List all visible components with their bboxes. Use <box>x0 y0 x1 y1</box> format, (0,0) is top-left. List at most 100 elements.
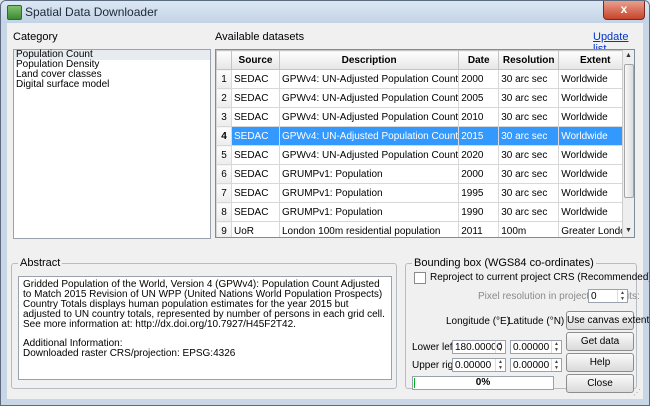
category-label: Category <box>13 31 58 43</box>
row-number[interactable]: 3 <box>216 107 232 127</box>
column-header-source[interactable]: Source <box>231 50 280 70</box>
cell-source[interactable]: SEDAC <box>231 88 280 108</box>
resize-grip-icon[interactable]: ⋰ <box>633 388 641 397</box>
cell-resolution[interactable]: 30 arc sec <box>498 202 560 222</box>
row-number[interactable]: 2 <box>216 88 232 108</box>
spinner-arrows-icon[interactable]: ▲ ▼ <box>551 359 561 371</box>
pixel-resolution-input[interactable]: 0 ▲ ▼ <box>588 289 628 303</box>
cell-description[interactable]: London 100m residential population <box>278 221 460 237</box>
datasets-label: Available datasets <box>215 31 305 43</box>
category-item[interactable]: Digital surface model <box>14 80 210 90</box>
cell-description[interactable]: GPWv4: UN-Adjusted Population Count <box>278 88 460 108</box>
cell-extent[interactable]: Worldwide <box>558 202 633 222</box>
column-header-resolution[interactable]: Resolution <box>498 50 560 70</box>
cell-description[interactable]: GRUMPv1: Population <box>278 202 460 222</box>
cell-date[interactable]: 2005 <box>458 88 500 108</box>
cell-extent[interactable]: Worldwide <box>558 183 633 203</box>
table-row[interactable]: 5 SEDAC GPWv4: UN-Adjusted Population Coun… <box>216 145 633 165</box>
spinner-arrows-icon[interactable]: ▲ ▼ <box>495 359 505 371</box>
spinner-arrows-icon[interactable]: ▲ ▼ <box>551 341 561 353</box>
use-canvas-extent-button[interactable]: Use canvas extent <box>566 311 649 330</box>
table-row[interactable]: 2 SEDAC GPWv4: UN-Adjusted Population Coun… <box>216 88 633 108</box>
table-row[interactable]: 7 SEDAC GRUMPv1: Population 1995 30 arc sec W… <box>216 183 633 203</box>
spinner-arrows-icon[interactable]: ▲ ▼ <box>495 341 505 353</box>
table-corner[interactable] <box>216 50 232 70</box>
window-close-button[interactable]: x <box>603 1 645 20</box>
cell-source[interactable]: SEDAC <box>231 145 280 165</box>
cell-extent[interactable]: Greater London <box>558 221 633 237</box>
cell-resolution[interactable]: 30 arc sec <box>498 69 560 89</box>
scroll-down-icon[interactable]: ▼ <box>623 225 634 237</box>
cell-description[interactable]: GPWv4: UN-Adjusted Population Count <box>278 126 460 146</box>
abstract-text[interactable]: Gridded Population of the World, Version… <box>18 276 392 380</box>
row-number[interactable]: 1 <box>216 69 232 89</box>
cell-source[interactable]: SEDAC <box>231 183 280 203</box>
table-vertical-scrollbar[interactable]: ▲ ▼ <box>622 50 634 237</box>
reproject-checkbox[interactable] <box>414 272 426 284</box>
lower-left-longitude-input[interactable]: 180.00000 ▲ ▼ <box>452 340 506 354</box>
cell-description[interactable]: GPWv4: UN-Adjusted Population Count <box>278 145 460 165</box>
cell-source[interactable]: SEDAC <box>231 202 280 222</box>
cell-extent[interactable]: Worldwide <box>558 164 633 184</box>
row-number[interactable]: 4 <box>216 126 232 146</box>
cell-extent[interactable]: Worldwide <box>558 69 633 89</box>
cell-resolution[interactable]: 30 arc sec <box>498 145 560 165</box>
cell-description[interactable]: GRUMPv1: Population <box>278 183 460 203</box>
cell-date[interactable]: 2000 <box>458 69 500 89</box>
column-header-description[interactable]: Description <box>278 50 460 70</box>
cell-description[interactable]: GRUMPv1: Population <box>278 164 460 184</box>
upper-right-longitude-input[interactable]: 0.00000 ▲ ▼ <box>452 358 506 372</box>
cell-date[interactable]: 2015 <box>458 126 500 146</box>
category-list[interactable]: Population Count Population Density Land… <box>13 49 211 239</box>
progress-text: 0% <box>475 377 491 388</box>
datasets-table[interactable]: Source Description Date Resolution Exten… <box>215 49 635 238</box>
title-bar[interactable]: Spatial Data Downloader x <box>1 1 649 23</box>
row-number[interactable]: 7 <box>216 183 232 203</box>
column-header-date[interactable]: Date <box>458 50 500 70</box>
row-number[interactable]: 8 <box>216 202 232 222</box>
cell-extent[interactable]: Worldwide <box>558 107 633 127</box>
cell-resolution[interactable]: 30 arc sec <box>498 88 560 108</box>
cell-extent[interactable]: Worldwide <box>558 88 633 108</box>
spinner-arrows-icon[interactable]: ▲ ▼ <box>617 290 627 302</box>
cell-source[interactable]: SEDAC <box>231 164 280 184</box>
help-button[interactable]: Help <box>566 353 634 372</box>
get-data-button[interactable]: Get data <box>566 332 634 351</box>
cell-date[interactable]: 1995 <box>458 183 500 203</box>
table-row[interactable]: 6 SEDAC GRUMPv1: Population 2000 30 arc sec W… <box>216 164 633 184</box>
cell-source[interactable]: SEDAC <box>231 69 280 89</box>
row-number[interactable]: 9 <box>216 221 232 237</box>
cell-resolution[interactable]: 30 arc sec <box>498 126 560 146</box>
cell-extent[interactable]: Worldwide <box>558 126 633 146</box>
cell-description[interactable]: GPWv4: UN-Adjusted Population Count <box>278 69 460 89</box>
latitude-header: Latitude (°N) <box>508 316 565 327</box>
cell-source[interactable]: SEDAC <box>231 107 280 127</box>
table-row[interactable]: 1 SEDAC GPWv4: UN-Adjusted Population Coun… <box>216 69 633 89</box>
upper-right-latitude-input[interactable]: 0.00000 ▲ ▼ <box>510 358 562 372</box>
column-header-extent[interactable]: Extent <box>558 50 633 70</box>
cell-resolution[interactable]: 30 arc sec <box>498 164 560 184</box>
cell-date[interactable]: 2020 <box>458 145 500 165</box>
close-button[interactable]: Close <box>566 374 634 393</box>
row-number[interactable]: 5 <box>216 145 232 165</box>
cell-source[interactable]: SEDAC <box>231 126 280 146</box>
cell-resolution[interactable]: 30 arc sec <box>498 183 560 203</box>
scroll-up-icon[interactable]: ▲ <box>623 50 634 62</box>
lower-left-latitude-input[interactable]: 0.00000 ▲ ▼ <box>510 340 562 354</box>
table-row[interactable]: 9 UoR London 100m residential population 20… <box>216 221 633 237</box>
row-number[interactable]: 6 <box>216 164 232 184</box>
cell-resolution[interactable]: 30 arc sec <box>498 107 560 127</box>
cell-extent[interactable]: Worldwide <box>558 145 633 165</box>
table-row[interactable]: 8 SEDAC GRUMPv1: Population 1990 30 arc sec W… <box>216 202 633 222</box>
cell-resolution[interactable]: 100m <box>498 221 560 237</box>
window-title: Spatial Data Downloader <box>25 5 158 19</box>
cell-source[interactable]: UoR <box>231 221 280 237</box>
cell-description[interactable]: GPWv4: UN-Adjusted Population Count <box>278 107 460 127</box>
table-row[interactable]: 3 SEDAC GPWv4: UN-Adjusted Population Coun… <box>216 107 633 127</box>
cell-date[interactable]: 1990 <box>458 202 500 222</box>
cell-date[interactable]: 2010 <box>458 107 500 127</box>
scrollbar-thumb[interactable] <box>624 64 634 198</box>
cell-date[interactable]: 2000 <box>458 164 500 184</box>
cell-date[interactable]: 2011 <box>458 221 500 237</box>
table-row[interactable]: 4 SEDAC GPWv4: UN-Adjusted Population Coun… <box>216 126 633 146</box>
